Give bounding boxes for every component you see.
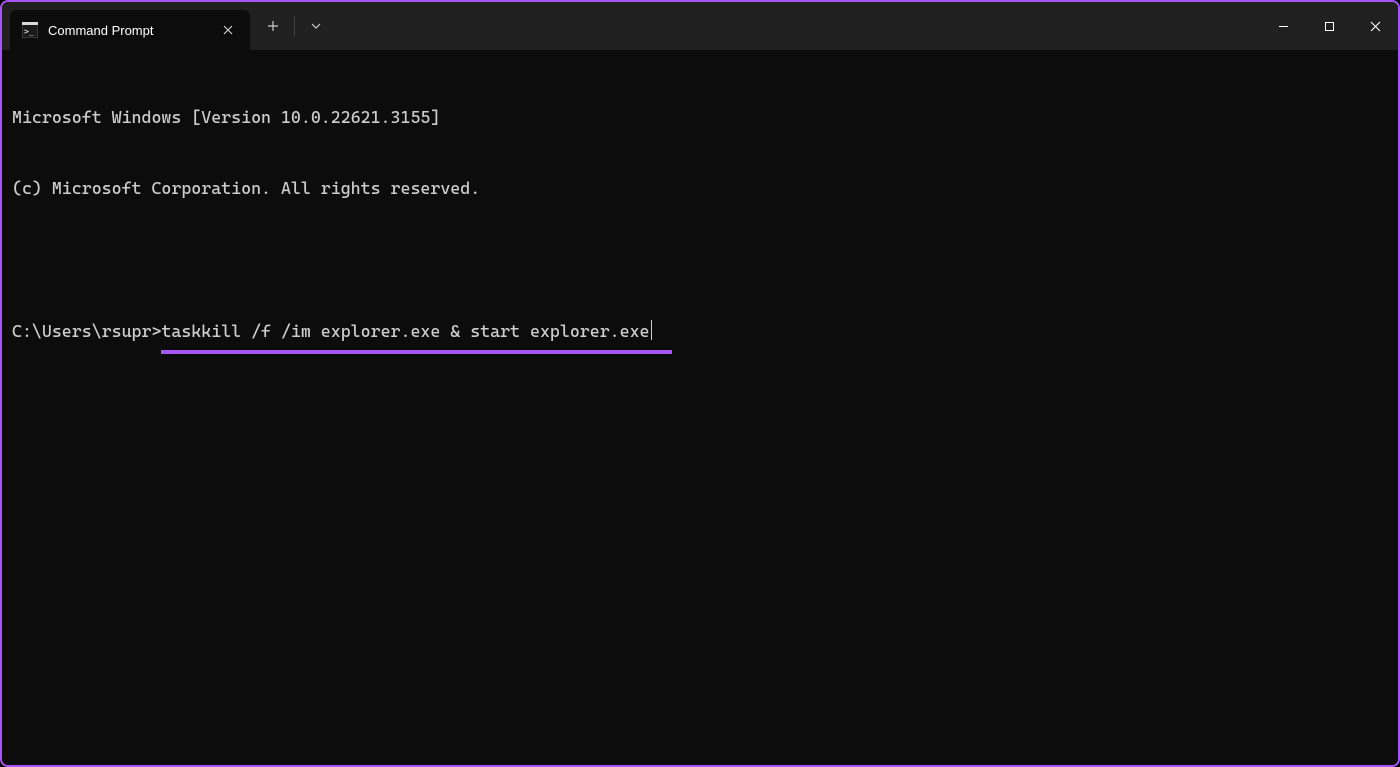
tab-command-prompt[interactable]: >_ Command Prompt [10,10,250,50]
tab-area: >_ Command Prompt [2,2,250,50]
new-tab-button[interactable] [256,11,290,41]
minimize-button[interactable] [1260,2,1306,50]
tab-divider [294,16,295,36]
typed-command: taskkill /f /im explorer.exe & start exp… [161,320,649,344]
cmd-icon: >_ [22,22,38,38]
tab-controls [250,2,333,50]
window-controls [1260,2,1398,50]
blank-line [12,248,1388,272]
tab-dropdown-button[interactable] [299,11,333,41]
titlebar-drag-region[interactable] [333,2,1260,50]
svg-text:>_: >_ [24,27,34,36]
command-underline-annotation [161,350,671,354]
prompt-path: C:\Users\rsupr> [12,320,161,344]
copyright-line: (c) Microsoft Corporation. All rights re… [12,177,1388,201]
version-line: Microsoft Windows [Version 10.0.22621.31… [12,106,1388,130]
tab-title: Command Prompt [48,23,208,38]
close-button[interactable] [1352,2,1398,50]
prompt-line: C:\Users\rsupr>taskkill /f /im explorer.… [12,320,1388,354]
terminal-window: >_ Command Prompt [0,0,1400,767]
tab-close-button[interactable] [218,20,238,40]
text-cursor [651,320,652,340]
terminal-output[interactable]: Microsoft Windows [Version 10.0.22621.31… [2,50,1398,765]
titlebar[interactable]: >_ Command Prompt [2,2,1398,50]
maximize-button[interactable] [1306,2,1352,50]
